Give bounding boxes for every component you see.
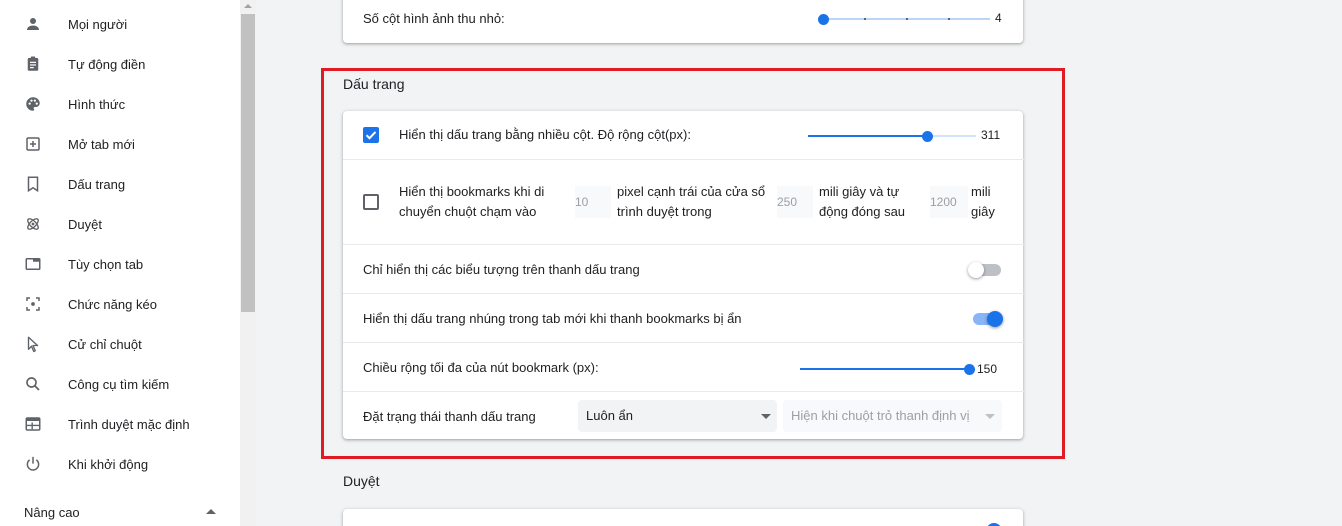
sidebar-item-drag[interactable]: Chức năng kéo <box>0 284 240 324</box>
sidebar-scrollbar[interactable] <box>240 0 256 526</box>
sidebar: Mọi người Tự động điền Hình thức Mở tab … <box>0 0 240 526</box>
browse-card <box>343 509 1023 526</box>
sidebar-item-label: Mở tab mới <box>68 137 135 152</box>
sidebar-item-new-tab[interactable]: Mở tab mới <box>0 124 240 164</box>
power-icon <box>24 455 42 473</box>
sidebar-item-autofill[interactable]: Tự động điền <box>0 44 240 84</box>
slider-tick <box>864 18 866 20</box>
tab-icon <box>24 255 42 273</box>
sidebar-item-label: Duyệt <box>68 217 102 232</box>
cursor-icon <box>24 335 42 353</box>
sidebar-item-browse[interactable]: Duyệt <box>0 204 240 244</box>
bookmark-icon <box>24 175 42 193</box>
sidebar-item-appearance[interactable]: Hình thức <box>0 84 240 124</box>
sidebar-item-mouse-gestures[interactable]: Cử chỉ chuột <box>0 324 240 364</box>
sidebar-item-label: Trình duyệt mặc định <box>68 417 190 432</box>
clipboard-icon <box>24 55 42 73</box>
browser-icon <box>24 415 42 433</box>
highlight-box <box>321 68 1065 459</box>
scrollbar-thumb[interactable] <box>241 14 255 312</box>
drag-icon <box>24 295 42 313</box>
sidebar-item-label: Mọi người <box>68 17 128 32</box>
slider-tick <box>948 18 950 20</box>
advanced-label[interactable]: Nâng cao <box>24 505 80 520</box>
sidebar-item-bookmarks[interactable]: Dấu trang <box>0 164 240 204</box>
sidebar-item-label: Dấu trang <box>68 177 126 192</box>
sidebar-item-label: Chức năng kéo <box>68 297 157 312</box>
search-icon <box>24 375 42 393</box>
thumbnail-columns-value: 4 <box>995 11 1002 25</box>
scroll-up-icon[interactable] <box>244 4 252 8</box>
sidebar-item-search-engine[interactable]: Công cụ tìm kiếm <box>0 364 240 404</box>
sidebar-item-tab-options[interactable]: Tùy chọn tab <box>0 244 240 284</box>
slider-knob[interactable] <box>818 14 829 25</box>
thumbnail-card: Số cột hình ảnh thu nhỏ: 4 <box>343 0 1023 43</box>
thumbnail-columns-label: Số cột hình ảnh thu nhỏ: <box>363 11 505 26</box>
browse-section-title: Duyệt <box>343 473 380 489</box>
slider-tick <box>906 18 908 20</box>
sidebar-item-label: Tự động điền <box>68 57 146 72</box>
sidebar-item-label: Khi khởi động <box>68 457 149 472</box>
sidebar-item-default-browser[interactable]: Trình duyệt mặc định <box>0 404 240 444</box>
chevron-up-icon[interactable] <box>206 509 216 514</box>
sidebar-item-people[interactable]: Mọi người <box>0 4 240 44</box>
sidebar-item-label: Cử chỉ chuột <box>68 337 142 352</box>
sidebar-item-label: Tùy chọn tab <box>68 257 144 272</box>
palette-icon <box>24 95 42 113</box>
add-box-icon <box>24 135 42 153</box>
sidebar-item-on-startup[interactable]: Khi khởi động <box>0 444 240 484</box>
sidebar-item-label: Hình thức <box>68 97 126 112</box>
person-icon <box>24 15 42 33</box>
sidebar-item-label: Công cụ tìm kiếm <box>68 377 170 392</box>
atom-icon <box>24 215 42 233</box>
